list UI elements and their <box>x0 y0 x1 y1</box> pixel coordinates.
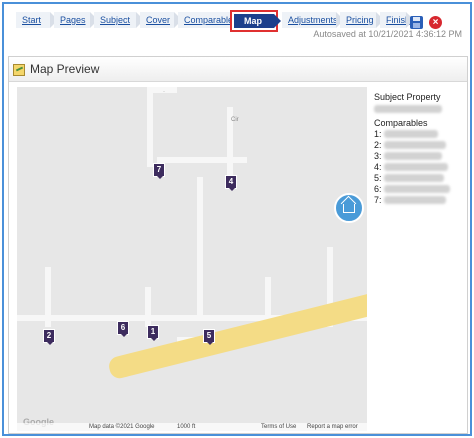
panel-header: Map Preview <box>9 57 467 82</box>
map-icon <box>13 64 25 76</box>
step-finish[interactable]: Finish <box>380 12 414 28</box>
step-pricing[interactable]: Pricing <box>340 12 384 28</box>
subject-address-redacted <box>374 105 442 113</box>
comparable-entry: 3: <box>374 151 466 162</box>
subject-home-icon[interactable] <box>334 193 364 223</box>
comparable-entry: 1: <box>374 129 466 140</box>
map-footer: Map data ©2021 Google 1000 ft Terms of U… <box>17 423 367 431</box>
step-cover[interactable]: Cover <box>140 12 182 28</box>
step-pages[interactable]: Pages <box>54 12 98 28</box>
comparable-number: 6: <box>374 184 382 194</box>
app-frame: Start Pages Subject Cover Comparables Ma… <box>2 2 472 436</box>
comparable-address-redacted <box>384 174 444 182</box>
map-road <box>147 87 153 167</box>
comparable-entry: 2: <box>374 140 466 151</box>
wizard-step-bar: Start Pages Subject Cover Comparables Ma… <box>4 8 470 32</box>
comparable-entry: 7: <box>374 195 466 206</box>
map-road <box>45 267 51 327</box>
map-scale: 1000 ft <box>177 424 196 430</box>
map-canvas[interactable]: · Cir 7 4 2 6 1 5 Google Map data ©2021 … <box>17 87 367 431</box>
comparable-address-redacted <box>384 130 438 138</box>
step-subject[interactable]: Subject <box>94 12 144 28</box>
panel-title: Map Preview <box>30 62 100 76</box>
step-start[interactable]: Start <box>16 12 58 28</box>
comparable-entry: 6: <box>374 184 466 195</box>
comparable-number: 7: <box>374 195 382 205</box>
comparable-number: 2: <box>374 140 382 150</box>
comparable-pin-4[interactable]: 4 <box>225 175 237 191</box>
comparable-address-redacted <box>384 141 446 149</box>
comparable-pin-5[interactable]: 5 <box>203 329 215 345</box>
comparable-address-redacted <box>384 196 446 204</box>
comparable-address-redacted <box>384 152 442 160</box>
terms-link[interactable]: Terms of Use <box>261 424 296 430</box>
map-road <box>157 157 247 163</box>
close-icon[interactable]: × <box>429 16 442 29</box>
comparables-heading: Comparables <box>374 118 428 128</box>
step-map-active[interactable]: Map <box>230 10 281 32</box>
comparable-entry: 5: <box>374 173 466 184</box>
map-road <box>197 177 203 317</box>
comparable-pin-2[interactable]: 2 <box>43 329 55 345</box>
comparable-pin-7[interactable]: 7 <box>153 163 165 179</box>
map-road <box>145 287 151 327</box>
street-label: Cir <box>231 117 239 123</box>
comparable-number: 5: <box>374 173 382 183</box>
save-icon[interactable] <box>410 16 423 29</box>
map-legend: Subject Property Comparables 1: 2: 3: 4:… <box>374 91 466 206</box>
comparable-number: 1: <box>374 129 382 139</box>
step-adjustments[interactable]: Adjustments <box>282 12 344 28</box>
map-data-credit: Map data ©2021 Google <box>89 424 155 430</box>
autosaved-status: Autosaved at 10/21/2021 4:36:12 PM <box>313 29 462 39</box>
comparable-number: 3: <box>374 151 382 161</box>
comparable-entry: 4: <box>374 162 466 173</box>
subject-heading: Subject Property <box>374 92 441 102</box>
map-preview-panel: Map Preview · Cir 7 4 2 6 1 5 Google Map… <box>8 56 468 434</box>
step-map-label: Map <box>234 14 281 28</box>
comparable-pin-1[interactable]: 1 <box>147 325 159 341</box>
comparable-address-redacted <box>384 185 450 193</box>
comparable-address-redacted <box>384 163 448 171</box>
comparable-number: 4: <box>374 162 382 172</box>
street-label: · <box>163 89 165 95</box>
map-road <box>147 87 177 93</box>
comparable-pin-6[interactable]: 6 <box>117 321 129 337</box>
report-map-error-link[interactable]: Report a map error <box>307 424 358 430</box>
step-comparables[interactable]: Comparables <box>178 12 238 28</box>
